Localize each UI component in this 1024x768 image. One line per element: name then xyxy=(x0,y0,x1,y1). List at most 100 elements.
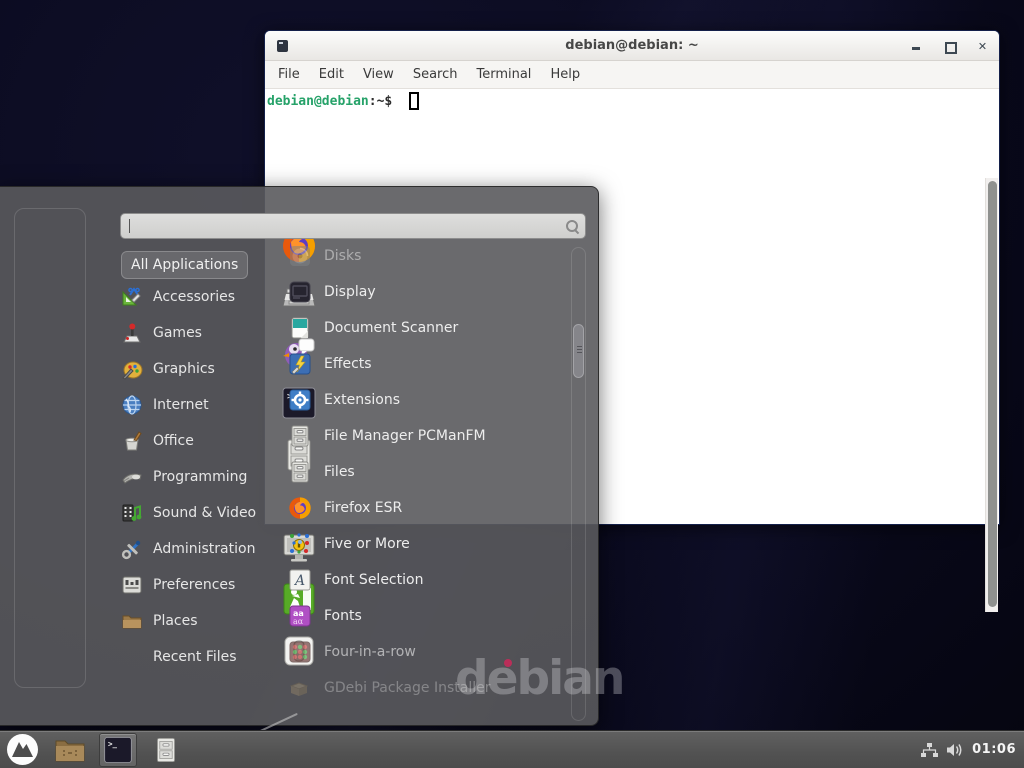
app-gdebi-package-installer[interactable]: GDebi Package Installer xyxy=(288,673,558,703)
prompt-suffix: :~$ xyxy=(369,94,392,109)
app-label: Effects xyxy=(324,356,372,372)
category-internet[interactable]: Internet xyxy=(121,390,271,420)
internet-icon xyxy=(121,394,143,416)
category-preferences[interactable]: Preferences xyxy=(121,570,271,600)
category-games[interactable]: Games xyxy=(121,318,271,348)
category-label: Recent Files xyxy=(153,649,237,665)
fonts-icon: aa aα xyxy=(288,604,312,628)
terminal-menubar: File Edit View Search Terminal Help xyxy=(265,61,999,89)
close-icon[interactable]: ✕ xyxy=(976,40,989,53)
volume-icon[interactable] xyxy=(946,742,964,758)
app-list-scrollbar[interactable] xyxy=(571,247,586,721)
launcher-files-folder[interactable] xyxy=(51,733,89,767)
terminal-title: debian@debian: ~ xyxy=(265,38,999,53)
app-label: File Manager PCManFM xyxy=(324,428,486,444)
app-fonts[interactable]: aa aα Fonts xyxy=(288,601,558,631)
gdebi-icon xyxy=(288,676,312,700)
menu-search-box[interactable] xyxy=(120,213,586,239)
app-firefox-esr[interactable]: Firefox ESR xyxy=(288,493,558,523)
app-label: Firefox ESR xyxy=(324,500,402,516)
firefox-icon xyxy=(288,496,312,520)
app-list-scrollbar-thumb[interactable] xyxy=(573,324,584,378)
category-label: Games xyxy=(153,325,202,341)
taskbar-clock[interactable]: 01:06 xyxy=(972,742,1016,757)
search-icon xyxy=(565,219,579,233)
file-cabinet-icon xyxy=(288,424,312,448)
app-four-in-a-row[interactable]: Four-in-a-row xyxy=(288,637,558,667)
category-all-applications[interactable]: All Applications xyxy=(121,251,248,279)
minimize-icon[interactable] xyxy=(910,40,923,53)
app-file-manager-pcmanfm[interactable]: File Manager PCManFM xyxy=(288,421,558,451)
app-five-or-more[interactable]: Five or More xyxy=(288,529,558,559)
menu-view[interactable]: View xyxy=(363,67,394,82)
file-cabinet-icon xyxy=(288,460,312,484)
app-extensions[interactable]: Extensions xyxy=(288,385,558,415)
search-input[interactable] xyxy=(130,219,565,234)
menu-button[interactable] xyxy=(3,733,41,767)
category-administration[interactable]: Administration xyxy=(121,534,271,564)
category-accessories[interactable]: Accessories xyxy=(121,282,271,312)
font-selection-icon: A xyxy=(288,568,312,592)
app-label: Extensions xyxy=(324,392,400,408)
app-effects[interactable]: Effects xyxy=(288,349,558,379)
app-disks[interactable]: Disks xyxy=(288,241,558,271)
disks-icon xyxy=(288,244,312,268)
application-menu: debian > xyxy=(0,186,599,726)
menu-logo-icon xyxy=(6,733,39,766)
app-label: Document Scanner xyxy=(324,320,458,336)
favorites-column xyxy=(14,208,86,688)
games-icon xyxy=(121,322,143,344)
menu-help[interactable]: Help xyxy=(550,67,580,82)
prompt-user-host: debian@debian xyxy=(267,94,369,109)
menu-terminal[interactable]: Terminal xyxy=(476,67,531,82)
app-label: Files xyxy=(324,464,355,480)
font-a-glyph: A xyxy=(293,573,305,589)
terminal-scrollbar[interactable] xyxy=(985,178,998,612)
app-label: Font Selection xyxy=(324,572,423,588)
app-label: GDebi Package Installer xyxy=(324,680,490,696)
category-sound-video[interactable]: Sound & Video xyxy=(121,498,271,528)
five-or-more-icon xyxy=(288,532,312,556)
places-icon xyxy=(121,610,143,632)
category-programming[interactable]: Programming xyxy=(121,462,271,492)
category-label: Administration xyxy=(153,541,255,557)
launcher-file-cabinet[interactable] xyxy=(147,733,185,767)
menu-edit[interactable]: Edit xyxy=(319,67,344,82)
category-graphics[interactable]: Graphics xyxy=(121,354,271,384)
folder-icon xyxy=(54,736,86,764)
graphics-icon xyxy=(121,358,143,380)
app-label: Disks xyxy=(324,248,361,264)
programming-icon xyxy=(121,466,143,488)
app-display[interactable]: Display xyxy=(288,277,558,307)
sound-video-icon xyxy=(121,502,143,524)
category-recent-files[interactable]: Recent Files xyxy=(121,642,271,672)
category-label: Accessories xyxy=(153,289,235,305)
accessories-icon xyxy=(121,286,143,308)
category-label: Places xyxy=(153,613,198,629)
app-label: Fonts xyxy=(324,608,362,624)
app-document-scanner[interactable]: Document Scanner xyxy=(288,313,558,343)
menu-search[interactable]: Search xyxy=(413,67,458,82)
administration-icon xyxy=(121,538,143,560)
extensions-icon xyxy=(288,388,312,412)
category-label: Graphics xyxy=(153,361,215,377)
file-cabinet-icon xyxy=(152,735,180,765)
menu-file[interactable]: File xyxy=(278,67,300,82)
category-places[interactable]: Places xyxy=(121,606,271,636)
task-button-terminal[interactable]: >_ xyxy=(99,733,137,767)
terminal-scrollbar-thumb[interactable] xyxy=(988,181,997,607)
maximize-icon[interactable] xyxy=(943,40,956,53)
category-office[interactable]: Office xyxy=(121,426,271,456)
terminal-icon: >_ xyxy=(103,735,133,765)
terminal-titlebar[interactable]: debian@debian: ~ ✕ xyxy=(265,31,999,61)
category-label: Office xyxy=(153,433,194,449)
document-scanner-icon xyxy=(288,316,312,340)
app-font-selection[interactable]: A Font Selection xyxy=(288,565,558,595)
effects-icon xyxy=(288,352,312,376)
app-label: Display xyxy=(324,284,376,300)
all-applications-label: All Applications xyxy=(131,257,238,273)
app-files[interactable]: Files xyxy=(288,457,558,487)
category-label: Internet xyxy=(153,397,209,413)
category-label: Programming xyxy=(153,469,247,485)
network-icon[interactable] xyxy=(921,742,938,758)
